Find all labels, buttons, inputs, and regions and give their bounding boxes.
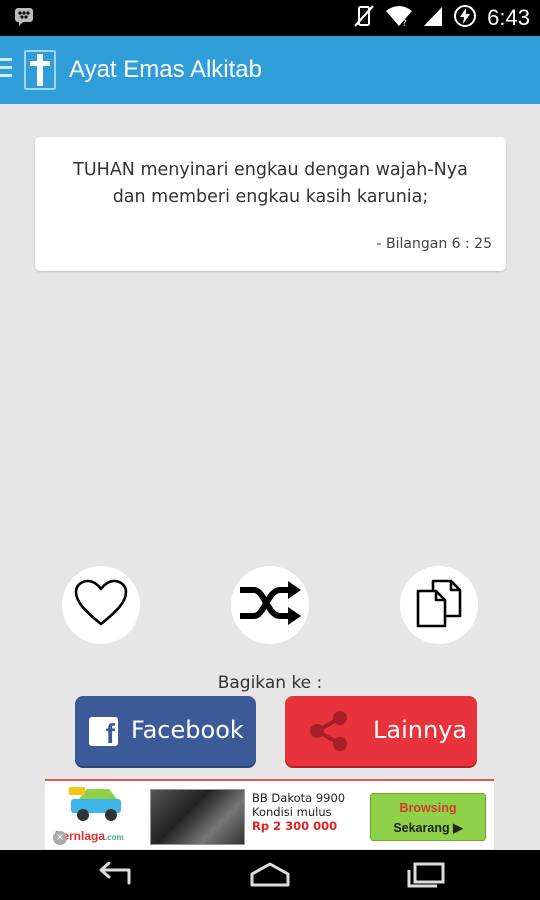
app-bar: Ayat Emas Alkitab [0,36,540,104]
verse-card: TUHAN menyinari engkau dengan wajah-Nya … [35,137,506,271]
other-share-button[interactable]: Lainnya [285,696,477,766]
random-verse-button[interactable] [231,566,309,644]
wifi-icon: ? [385,5,413,32]
ad-cta-button[interactable]: Browsing Sekarang ▶ [370,793,486,841]
share-icon [304,706,354,762]
facebook-share-button[interactable]: f Facebook [75,696,256,766]
navigation-bar [0,850,540,900]
status-time: 6:43 [487,5,530,30]
cross-icon[interactable] [24,50,56,90]
svg-text:?: ? [402,19,407,27]
heart-icon [73,578,129,633]
drawer-indicator-icon[interactable] [0,58,14,82]
facebook-icon: f [89,717,118,748]
verse-line-1: TUHAN menyinari engkau dengan wajah-Nya [73,160,468,180]
ad-product-image [150,789,245,845]
ad-line-1: BB Dakota 9900 [252,791,346,805]
facebook-label: Facebook [131,716,244,744]
battery-charging-icon [453,4,477,33]
recent-apps-icon[interactable] [406,862,446,893]
ad-close-icon[interactable]: × [53,831,67,845]
back-icon[interactable] [94,861,134,893]
ad-banner[interactable]: bernlaga.com × BB Dakota 9900 Kondisi mu… [45,779,494,849]
mute-vibrate-icon [353,4,375,33]
bbm-notification-icon [14,7,34,32]
verse-line-2: dan memberi engkau kasih karunia; [112,187,429,207]
ad-price: Rp 2 300 000 [252,819,338,833]
ad-text: BB Dakota 9900 Kondisi mulus Rp 2 300 00… [252,791,345,833]
copy-button[interactable] [400,566,478,644]
ad-cta-line-2: Sekarang ▶ [393,821,463,835]
other-label: Lainnya [373,716,468,744]
favorite-button[interactable] [62,566,140,644]
verse-text: TUHAN menyinari engkau dengan wajah-Nya … [47,157,494,211]
status-bar: ? 6:43 [0,0,540,36]
car-logo-icon [65,785,129,832]
app-title: Ayat Emas Alkitab [69,56,262,83]
verse-reference: - Bilangan 6 : 25 [376,236,492,252]
ad-cta-line-1: Browsing [399,801,457,815]
copy-icon [415,578,463,633]
signal-icon [423,5,443,32]
shuffle-icon [237,578,303,633]
share-label: Bagikan ke : [217,673,323,693]
ad-line-2: Kondisi mulus [252,805,332,819]
home-icon[interactable] [248,862,292,893]
